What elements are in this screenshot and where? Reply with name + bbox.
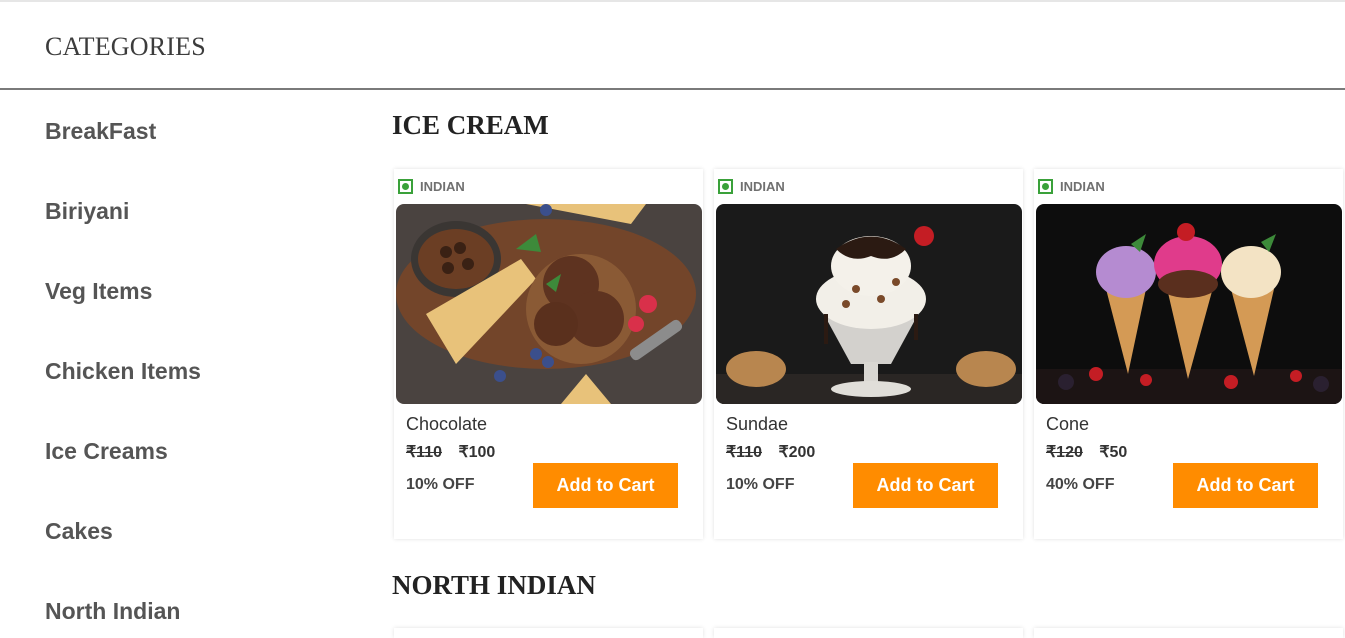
menu-main: ICE CREAM INDIAN Chocolate ₹110 ₹100 10%… — [392, 92, 1345, 632]
product-card-partial — [714, 628, 1023, 638]
cuisine-tag: INDIAN — [398, 178, 465, 194]
sidebar-item-cakes[interactable]: Cakes — [45, 518, 113, 558]
price-row: ₹110 ₹100 — [406, 442, 495, 462]
current-price: ₹50 — [1099, 444, 1128, 461]
chocolate-ice-cream-image — [396, 204, 702, 404]
product-card-cone: INDIAN Cone ₹120 ₹50 40% OFF Add to Cart — [1034, 169, 1343, 539]
discount-badge: 10% OFF — [726, 476, 795, 493]
original-price: ₹120 — [1046, 444, 1083, 461]
veg-indicator-icon — [718, 178, 733, 194]
sundae-image — [716, 204, 1022, 404]
sidebar-item-veg-items[interactable]: Veg Items — [45, 278, 152, 318]
product-card-chocolate: INDIAN Chocolate ₹110 ₹100 10% OFF Add t… — [394, 169, 703, 539]
add-to-cart-button[interactable]: Add to Cart — [533, 463, 678, 508]
page-title: CATEGORIES — [45, 32, 206, 61]
cuisine-label: INDIAN — [740, 178, 785, 194]
price-row: ₹120 ₹50 — [1046, 442, 1127, 462]
price-row: ₹110 ₹200 — [726, 442, 815, 462]
current-price: ₹100 — [458, 444, 496, 461]
current-price: ₹200 — [778, 444, 816, 461]
veg-indicator-icon — [398, 178, 413, 194]
sidebar-item-breakfast[interactable]: BreakFast — [45, 118, 156, 158]
add-to-cart-button[interactable]: Add to Cart — [1173, 463, 1318, 508]
cuisine-tag: INDIAN — [1038, 178, 1105, 194]
product-card-partial — [394, 628, 703, 638]
sidebar-item-chicken-items[interactable]: Chicken Items — [45, 358, 201, 398]
item-name: Chocolate — [406, 414, 488, 434]
original-price: ₹110 — [406, 444, 442, 461]
ice-cream-cones-image — [1036, 204, 1342, 404]
sidebar-item-biriyani[interactable]: Biriyani — [45, 198, 129, 238]
original-price: ₹110 — [726, 444, 762, 461]
sidebar-item-north-indian[interactable]: North Indian — [45, 598, 180, 638]
discount-badge: 40% OFF — [1046, 476, 1115, 493]
discount-badge: 10% OFF — [406, 476, 475, 493]
cuisine-label: INDIAN — [1060, 178, 1105, 194]
add-to-cart-button[interactable]: Add to Cart — [853, 463, 998, 508]
categories-header: CATEGORIES — [0, 2, 1345, 90]
product-card-partial — [1034, 628, 1343, 638]
veg-indicator-icon — [1038, 178, 1053, 194]
product-card-sundae: INDIAN Sundae ₹110 ₹200 10% OFF Add to C… — [714, 169, 1023, 539]
section-title-ice-cream: ICE CREAM — [392, 110, 549, 140]
item-name: Sundae — [726, 414, 789, 434]
cuisine-tag: INDIAN — [718, 178, 785, 194]
sidebar-item-ice-creams[interactable]: Ice Creams — [45, 438, 168, 478]
item-name: Cone — [1046, 414, 1090, 434]
category-sidebar: BreakFast Biriyani Veg Items Chicken Ite… — [0, 92, 360, 632]
section-title-north-indian: NORTH INDIAN — [392, 570, 596, 600]
cuisine-label: INDIAN — [420, 178, 465, 194]
